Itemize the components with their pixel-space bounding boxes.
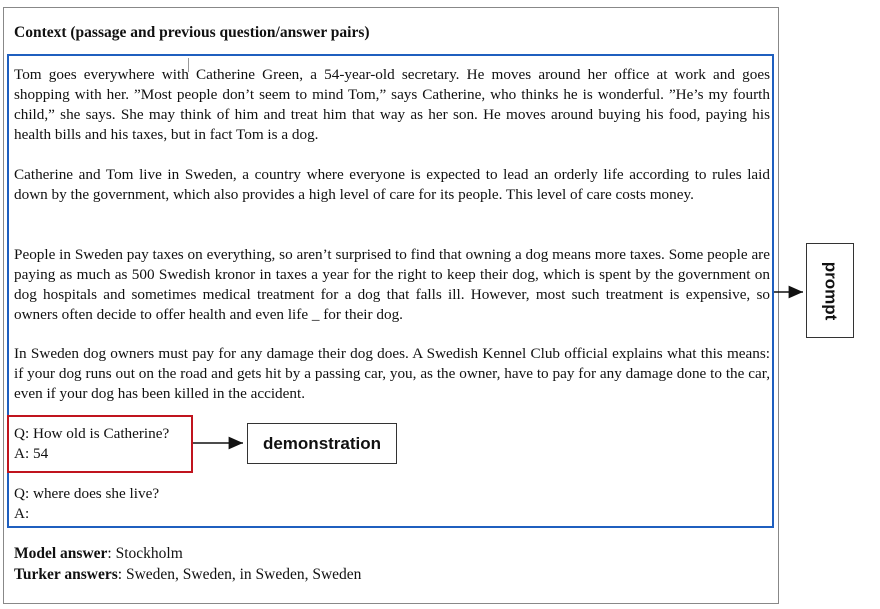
model-answer-line: Model answer: Stockholm: [14, 543, 361, 564]
turker-answers-label: Turker answers: [14, 566, 118, 583]
demonstration-label: demonstration: [247, 423, 397, 464]
answers-block: Model answer: Stockholm Turker answers: …: [14, 543, 361, 585]
turker-answers-value: : Sweden, Sweden, in Sweden, Sweden: [117, 566, 362, 583]
model-answer-label: Model answer: [14, 545, 108, 562]
turker-answers-line: Turker answers: Sweden, Sweden, in Swede…: [14, 564, 361, 585]
prompt-label-text: prompt: [821, 261, 841, 320]
prompt-label: prompt: [806, 243, 854, 338]
annotation-arrows: [193, 285, 803, 450]
model-answer-value: : Stockholm: [107, 545, 183, 562]
